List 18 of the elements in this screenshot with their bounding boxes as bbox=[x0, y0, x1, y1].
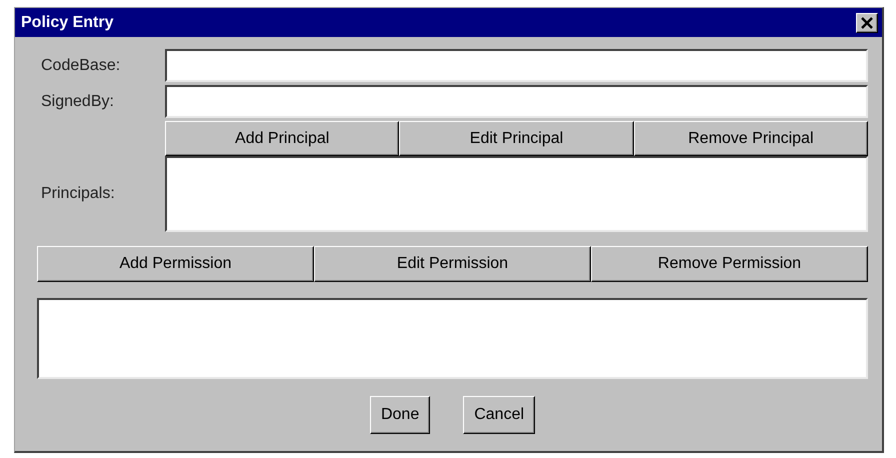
window-title: Policy Entry bbox=[21, 14, 114, 32]
permissions-list[interactable] bbox=[37, 298, 868, 379]
text-field[interactable] bbox=[165, 85, 868, 118]
field-label: Principals: bbox=[40, 185, 116, 203]
principals-list[interactable] bbox=[165, 156, 868, 232]
action-button[interactable]: Add Principal bbox=[165, 121, 400, 156]
action-button[interactable]: Remove Principal bbox=[634, 121, 868, 156]
close-icon bbox=[861, 16, 873, 28]
action-button[interactable]: Edit Principal bbox=[399, 121, 634, 156]
close-button[interactable] bbox=[856, 12, 878, 32]
action-button[interactable]: Edit Permission bbox=[314, 246, 591, 282]
action-button[interactable]: Add Permission bbox=[37, 246, 314, 282]
field-label: CodeBase: bbox=[40, 56, 122, 74]
action-button[interactable]: Remove Permission bbox=[591, 246, 868, 282]
action-button[interactable]: Cancel bbox=[463, 396, 536, 434]
field-label: SignedBy: bbox=[40, 92, 115, 110]
text-field[interactable] bbox=[165, 49, 868, 82]
action-button[interactable]: Done bbox=[370, 396, 430, 434]
